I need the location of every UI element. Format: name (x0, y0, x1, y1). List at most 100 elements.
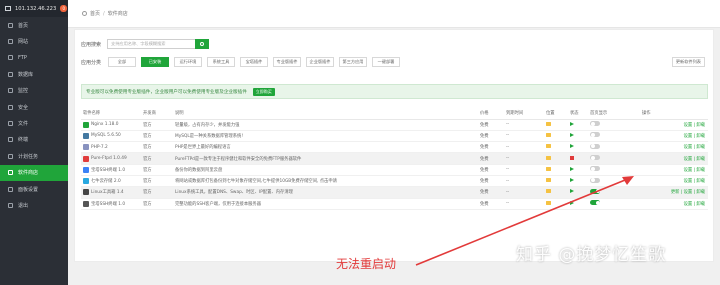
home-display-cell[interactable] (588, 119, 640, 131)
status-cell[interactable] (568, 119, 588, 131)
refresh-list-button[interactable]: 更新软件列表 (671, 57, 705, 67)
category-tab-3[interactable]: 系统工具 (207, 57, 235, 67)
breadcrumb-home[interactable]: 首页 (90, 10, 100, 17)
home-display-toggle[interactable] (590, 200, 600, 206)
stopped-icon[interactable] (570, 155, 574, 160)
operations-cell[interactable]: 设置 | 卸载 (640, 141, 708, 154)
category-tab-7[interactable]: 第三方应用 (339, 57, 367, 67)
sidebar-item-2[interactable]: FTP (0, 50, 68, 66)
running-play-icon[interactable] (570, 166, 574, 171)
folder-icon[interactable] (546, 121, 551, 126)
category-tab-0[interactable]: 全部 (108, 57, 136, 67)
folder-icon[interactable] (546, 144, 551, 149)
folder-icon[interactable] (546, 132, 551, 137)
home-display-toggle[interactable] (590, 132, 600, 138)
status-cell[interactable] (568, 175, 588, 188)
sidebar-item-4[interactable]: 监控 (0, 83, 68, 99)
store-panel: 应用搜索 支持应用名称、字段模糊搜索 应用分类 全部 已安装 运行环境 系统工具 宝塔插… (74, 29, 714, 262)
operations-cell[interactable]: 设置 | 卸载 (640, 130, 708, 143)
sidebar-item-9[interactable]: 软件商店 (0, 164, 68, 181)
running-play-icon[interactable] (570, 132, 574, 137)
home-display-toggle[interactable] (590, 155, 600, 161)
category-tab-6[interactable]: 企业版插件 (306, 57, 334, 67)
running-play-icon[interactable] (570, 121, 574, 126)
category-tab-5[interactable]: 专业版插件 (273, 57, 301, 67)
software-name-cell[interactable]: 宝塔SSH终端 1.0 (81, 198, 141, 210)
software-name-cell[interactable]: Pure-Ftpd 1.0.49 (81, 152, 141, 165)
home-display-cell[interactable] (588, 164, 640, 176)
sidebar-item-3[interactable]: 数据库 (0, 66, 68, 82)
home-display-toggle[interactable] (590, 143, 600, 149)
software-name-cell[interactable]: Nginx 1.18.0 (81, 119, 141, 131)
home-display-toggle[interactable] (590, 188, 600, 194)
folder-icon[interactable] (546, 166, 551, 171)
status-cell[interactable] (568, 198, 588, 210)
software-logo-icon (83, 144, 89, 151)
status-cell[interactable] (568, 141, 588, 154)
software-name-cell[interactable]: PHP-7.2 (81, 141, 141, 154)
server-header[interactable]: 101.132.46.223 0 (0, 0, 68, 17)
category-tab-1[interactable]: 已安装 (141, 57, 169, 67)
category-tab-4[interactable]: 宝塔插件 (240, 57, 268, 67)
location-cell[interactable] (544, 164, 568, 176)
folder-icon[interactable] (546, 178, 551, 183)
location-cell[interactable] (544, 152, 568, 165)
running-play-icon[interactable] (570, 200, 574, 205)
home-display-cell[interactable] (588, 186, 640, 199)
sidebar-item-5[interactable]: 安全 (0, 99, 68, 115)
location-cell[interactable] (544, 175, 568, 188)
running-play-icon[interactable] (570, 144, 574, 149)
running-play-icon[interactable] (570, 178, 574, 183)
software-name-cell[interactable]: Linux工具箱 1.4 (81, 186, 141, 199)
search-input[interactable]: 支持应用名称、字段模糊搜索 (107, 39, 195, 49)
software-name-cell[interactable]: MySQL 5.6.50 (81, 130, 141, 143)
developer-cell: 官方 (141, 198, 173, 210)
home-icon[interactable] (82, 11, 87, 16)
sidebar-item-1[interactable]: 网站 (0, 33, 68, 49)
software-name-cell[interactable]: 宝塔SSH终端 1.0 (81, 164, 141, 176)
table-row: Pure-Ftpd 1.0.49 官方 PureFTPd是一款专注于程序健壮和软件安… (81, 152, 708, 165)
location-cell[interactable] (544, 186, 568, 199)
folder-icon[interactable] (546, 155, 551, 160)
sidebar-item-10[interactable]: 面板设置 (0, 181, 68, 197)
sidebar-item-label: 首页 (18, 22, 29, 29)
folder-icon[interactable] (546, 189, 551, 194)
location-cell[interactable] (544, 198, 568, 210)
sidebar: 101.132.46.223 0 首页网站 FTP 数据库 监控 安全 文件 终端 计划任务软… (0, 0, 68, 285)
category-tab-8[interactable]: 一键部署 (372, 57, 400, 67)
status-cell[interactable] (568, 164, 588, 176)
sidebar-item-6[interactable]: 文件 (0, 115, 68, 131)
status-cell[interactable] (568, 186, 588, 199)
home-display-toggle[interactable] (590, 166, 600, 172)
operations-cell[interactable]: 设置 | 卸载 (640, 175, 708, 188)
buy-now-button[interactable]: 立即购买 (252, 87, 275, 96)
operations-cell[interactable]: 更新 | 设置 | 卸载 (640, 186, 708, 199)
software-logo-icon (83, 166, 89, 173)
home-display-cell[interactable] (588, 130, 640, 143)
sidebar-item-8[interactable]: 计划任务 (0, 148, 68, 164)
category-tab-2[interactable]: 运行环境 (174, 57, 202, 67)
operations-cell[interactable]: 设置 | 卸载 (640, 119, 708, 131)
folder-icon[interactable] (546, 200, 551, 205)
location-cell[interactable] (544, 141, 568, 154)
home-display-cell[interactable] (588, 198, 640, 210)
home-display-toggle[interactable] (590, 121, 600, 127)
home-display-cell[interactable] (588, 141, 640, 154)
operations-cell[interactable]: 设置 | 卸载 (640, 164, 708, 176)
notification-badge[interactable]: 0 (60, 5, 68, 12)
location-cell[interactable] (544, 119, 568, 131)
sidebar-item-7[interactable]: 终端 (0, 132, 68, 148)
location-cell[interactable] (544, 130, 568, 143)
running-play-icon[interactable] (570, 189, 574, 194)
status-cell[interactable] (568, 130, 588, 143)
search-button[interactable] (195, 39, 209, 49)
operations-cell[interactable]: 设置 | 卸载 (640, 152, 708, 165)
operations-cell[interactable]: 设置 | 卸载 (640, 198, 708, 210)
home-display-toggle[interactable] (590, 177, 600, 183)
sidebar-item-11[interactable]: 退出 (0, 197, 68, 213)
software-name-cell[interactable]: 七牛云存储 2.0 (81, 175, 141, 188)
home-display-cell[interactable] (588, 152, 640, 165)
status-cell[interactable] (568, 152, 588, 165)
sidebar-item-0[interactable]: 首页 (0, 17, 68, 33)
home-display-cell[interactable] (588, 175, 640, 188)
